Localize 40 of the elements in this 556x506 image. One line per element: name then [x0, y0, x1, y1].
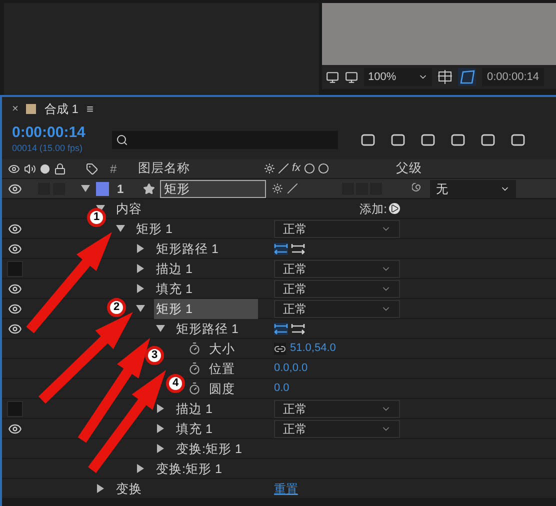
property-name[interactable]: 变换:矩形 1 [174, 438, 244, 458]
current-timecode[interactable]: 0:00:00:14 [12, 124, 100, 142]
property-name[interactable]: 描边 1 [174, 398, 214, 418]
property-name[interactable]: 位置 [207, 358, 237, 378]
effects-switch-label: fx [292, 161, 301, 176]
blend-mode-dropdown[interactable]: 正常 [274, 220, 400, 238]
parent-dropdown[interactable]: 无 [430, 180, 516, 198]
property-value[interactable]: 0.0 [274, 380, 290, 397]
property-name[interactable]: 变换 [114, 478, 144, 498]
add-label: 添加: [360, 200, 387, 218]
viewer-timecode[interactable]: 0:00:00:14 [482, 68, 544, 86]
blend-mode-dropdown[interactable]: 正常 [274, 400, 400, 418]
column-header[interactable]: 图层名称 [138, 159, 264, 178]
blend-mode-dropdown[interactable]: 正常 [274, 300, 400, 318]
blend-mode-dropdown[interactable]: 正常 [274, 420, 400, 438]
blend-mode-dropdown[interactable]: 正常 [274, 280, 400, 298]
frame-info: 00014 (15.00 fps) [12, 142, 84, 156]
panel-menu-button[interactable]: ≡ [86, 100, 94, 118]
layer-number: 1 [117, 180, 125, 198]
property-name[interactable]: 矩形 1 [134, 218, 174, 238]
blend-mode-dropdown[interactable]: 正常 [274, 260, 400, 278]
property-name[interactable]: 大小 [207, 338, 237, 358]
property-name[interactable]: 矩形路径 1 [154, 238, 220, 258]
property-name[interactable]: 圆度 [207, 378, 237, 398]
close-tab-button[interactable]: × [12, 100, 18, 118]
property-name[interactable]: 矩形 1 [154, 298, 258, 318]
property-name[interactable]: 填充 1 [154, 278, 194, 298]
zoom-dropdown[interactable]: 100% [364, 68, 432, 86]
column-header[interactable]: 父级 [396, 159, 422, 178]
property-name[interactable]: 变换:矩形 1 [154, 458, 224, 478]
layer-name-field[interactable]: 矩形 [160, 180, 266, 198]
property-value[interactable]: 0.0,0.0 [274, 360, 308, 377]
composition-tab[interactable]: 合成 1 [44, 100, 78, 118]
reset-link[interactable]: 重置 [274, 480, 298, 498]
property-value[interactable]: 51.0,54.0 [290, 340, 336, 357]
property-name[interactable]: 内容 [114, 198, 144, 218]
property-name[interactable]: 矩形路径 1 [174, 318, 240, 338]
property-name[interactable]: 描边 1 [154, 258, 194, 278]
property-name[interactable]: 填充 1 [174, 418, 214, 438]
column-header[interactable]: # [110, 160, 138, 178]
